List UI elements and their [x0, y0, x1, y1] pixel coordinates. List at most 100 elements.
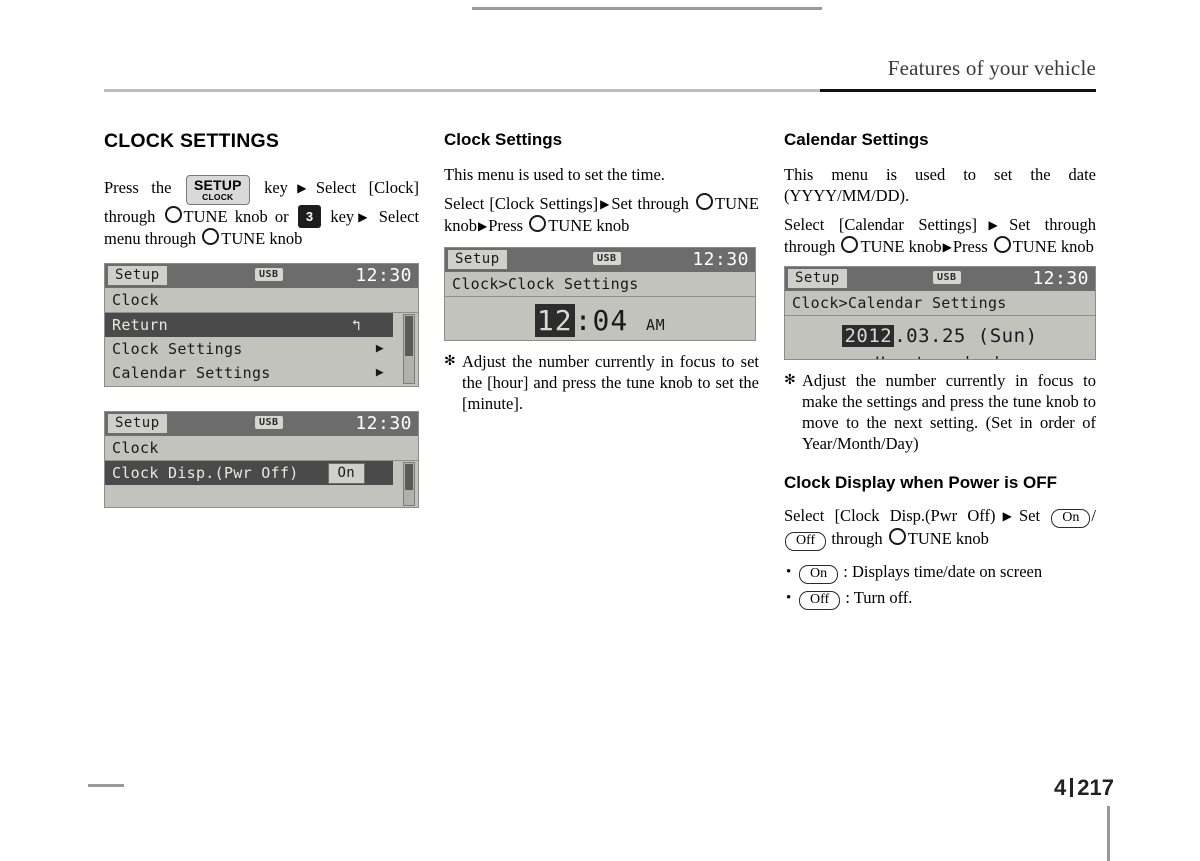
lcd-menu-item-calendar-settings: Calendar Settings ▶	[105, 361, 418, 385]
step-tune-knob: TUNE knob	[907, 529, 989, 548]
clock-settings-instructions: Press the SETUP CLOCK key▶Select [Clock] …	[104, 175, 419, 249]
note-mark-icon: ✻	[444, 354, 456, 369]
step-through: through	[784, 237, 836, 256]
step-tune-knob-2: TUNE knob	[548, 216, 630, 235]
step-select-clock-settings: Select [Clock Settings]	[444, 194, 599, 213]
step-tune-knob: TUNE knob	[860, 237, 942, 256]
lcd-hint-tune-knob: Use tune knob	[785, 352, 1095, 359]
usb-icon: USB	[933, 271, 961, 284]
clock-settings-steps: Select [Clock Settings]▶Set through TUNE…	[444, 193, 759, 237]
lcd-setup-tab: Setup	[108, 265, 167, 285]
page-header-title: Features of your vehicle	[887, 56, 1096, 80]
step-select-calendar-settings: Select [Calendar Settings]	[784, 215, 978, 234]
lcd-breadcrumb: Clock	[105, 288, 418, 313]
header-rule-left	[104, 89, 820, 92]
section-title-clock-settings: CLOCK SETTINGS	[104, 130, 280, 152]
footer-decor-tick	[1107, 806, 1110, 861]
tune-knob-icon	[164, 205, 182, 223]
lcd-value-on: On	[327, 462, 365, 484]
lcd-breadcrumb: Clock>Clock Settings	[445, 272, 755, 297]
sub-title-clock-display-power-off: Clock Display when Power is OFF	[784, 473, 1058, 492]
column-calendar-settings: Calendar Settings This menu is used to s…	[784, 130, 1096, 611]
column-clock-settings-detail: Clock Settings This menu is used to set …	[444, 130, 759, 414]
clock-display-options-list: • On : Displays time/date on screen • Of…	[784, 559, 1096, 611]
tune-knob-icon	[696, 193, 713, 210]
list-item-text: : Turn off.	[845, 588, 913, 607]
arrow-icon: ▶	[978, 218, 1009, 232]
lcd-ampm: AM	[646, 316, 666, 334]
lcd-minute: 04	[592, 304, 629, 337]
lcd-clock-time: 12:30	[355, 412, 412, 434]
lcd-screenshot-clock-display: Setup USB 12:30 Clock Clock Disp.(Pwr Of…	[104, 410, 419, 508]
lcd-year-focused: 2012	[842, 325, 895, 347]
sub-title-clock-settings: Clock Settings	[444, 130, 563, 149]
lcd-hour-focused: 12	[534, 304, 575, 337]
clock-settings-note: ✻ Adjust the number currently in focus t…	[444, 351, 759, 414]
lcd-month-day: .03.25 (Sun)	[894, 325, 1038, 347]
pill-off: Off	[799, 591, 841, 610]
pill-on: On	[799, 565, 839, 584]
usb-icon: USB	[593, 252, 621, 265]
lcd-screenshot-clock-time-set: Setup USB 12:30 Clock>Clock Settings 12:…	[444, 247, 756, 341]
lcd-setup-tab: Setup	[448, 250, 507, 269]
bullet-dot-icon: •	[786, 564, 792, 580]
pill-off: Off	[785, 532, 827, 551]
lcd-menu-item-clock-disp: Clock Disp.(Pwr Off) On	[105, 460, 393, 485]
instr-key-2: key	[330, 206, 355, 226]
number-key-label: 3	[305, 208, 314, 224]
calendar-settings-steps: Select [Calendar Settings]▶Set through t…	[784, 214, 1096, 258]
arrow-icon: ▶	[942, 240, 952, 254]
lcd-clock-time: 12:30	[692, 249, 749, 270]
list-item-on: • On : Displays time/date on screen	[784, 559, 1096, 585]
arrow-icon: ▶	[478, 219, 488, 233]
arrow-icon: ▶	[288, 181, 315, 195]
arrow-icon: ▶	[355, 209, 371, 224]
calendar-settings-description: This menu is used to set the date (YYYY/…	[784, 165, 1096, 205]
clock-display-steps: Select [Clock Disp.(Pwr Off)▶Set On/Off …	[784, 505, 1096, 551]
lcd-time-editor: 12:04 AM	[445, 297, 755, 340]
step-press: Press	[952, 237, 988, 256]
lcd-colon: :	[574, 304, 593, 337]
instr-tune-knob-2: TUNE knob	[221, 228, 303, 248]
step-set: Set through	[1009, 215, 1096, 234]
step-set-through: Set through	[611, 194, 689, 213]
top-decor-rule	[472, 7, 822, 10]
tune-knob-icon	[993, 236, 1011, 253]
sub-title-calendar-settings: Calendar Settings	[784, 130, 929, 149]
step-through: through	[831, 529, 883, 548]
column-clock-settings: CLOCK SETTINGS Press the SETUP CLOCK key▶…	[104, 130, 419, 508]
chevron-right-icon: ▶	[375, 364, 384, 380]
lcd-menu-item-return: Return ↰	[105, 312, 393, 337]
page-number-separator	[1070, 778, 1074, 797]
footer-decor-rule	[88, 784, 124, 787]
note-text: Adjust the number currently in focus to …	[802, 371, 1096, 453]
lcd-breadcrumb: Clock>Calendar Settings	[785, 291, 1095, 316]
lcd-status-bar: Setup USB 12:30	[445, 248, 755, 272]
lcd-date-editor: 2012.03.25 (Sun)	[785, 316, 1095, 352]
lcd-setup-tab: Setup	[108, 413, 167, 433]
tune-knob-icon	[529, 215, 547, 232]
lcd-screenshot-calendar-set: Setup USB 12:30 Clock>Calendar Settings …	[784, 266, 1096, 360]
tune-knob-icon	[888, 528, 906, 545]
slash: /	[1091, 506, 1096, 525]
page-number-value: 217	[1077, 775, 1114, 800]
lcd-status-bar: Setup USB 12:30	[785, 267, 1095, 291]
note-text: Adjust the number currently in focus to …	[462, 352, 759, 413]
tune-knob-icon	[841, 236, 859, 253]
lcd-breadcrumb: Clock	[105, 436, 418, 461]
list-item-text: : Displays time/date on screen	[843, 562, 1043, 581]
lcd-scrollbar	[403, 461, 415, 506]
lcd-status-bar: Setup USB 12:30	[105, 411, 418, 436]
clock-settings-description: This menu is used to set the time.	[444, 165, 665, 184]
lcd-scrollbar-thumb	[405, 315, 413, 356]
lcd-scrollbar-thumb	[405, 463, 413, 490]
lcd-screenshot-clock-menu: Setup USB 12:30 Clock Return ↰ Clock Set…	[104, 262, 419, 387]
page-header: Features of your vehicle	[0, 0, 1200, 96]
arrow-icon: ▶	[599, 197, 611, 211]
setup-clock-key: SETUP CLOCK	[185, 175, 250, 205]
step-press: Press	[488, 216, 524, 235]
lcd-setup-tab: Setup	[788, 269, 847, 288]
step-tune-knob-2: TUNE knob	[1012, 237, 1094, 256]
tune-knob-icon	[202, 227, 220, 245]
setup-key-label-top: SETUP	[193, 177, 242, 193]
